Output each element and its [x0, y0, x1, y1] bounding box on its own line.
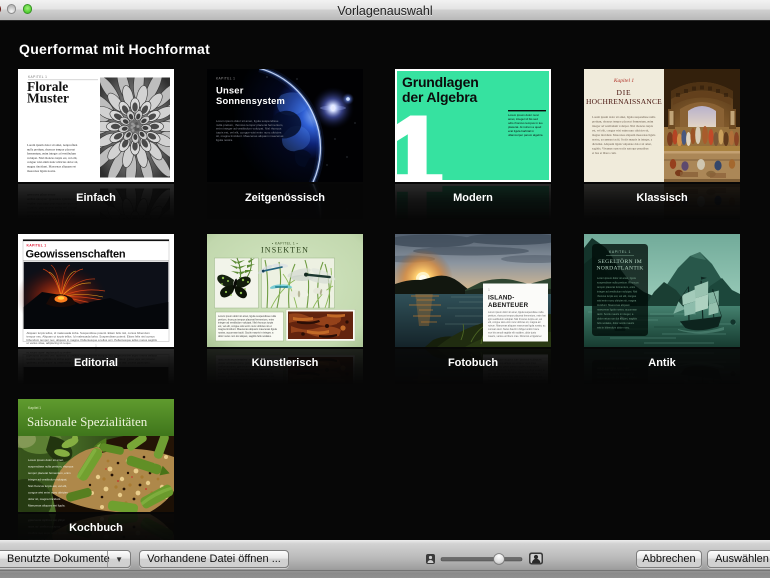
svg-text:sagittis. Vivamus cum sociis n: sagittis. Vivamus cum sociis natoque pen…	[592, 147, 649, 151]
svg-text:ISLAND-: ISLAND-	[488, 295, 515, 302]
svg-text:Grundlagen: Grundlagen	[402, 74, 479, 90]
svg-text:integer ad vestibulum volutpat: integer ad vestibulum volutpat. Nisl	[597, 290, 638, 294]
svg-text:SEGELTÖRN IM: SEGELTÖRN IM	[598, 258, 642, 265]
svg-text:taciti. Sociis mauris in integ: taciti. Sociis mauris in integer, a	[597, 312, 634, 316]
svg-text:ut varius vitae, adipiscing id: ut varius vitae, adipiscing id neque.	[27, 341, 72, 345]
svg-text:Lorem ipsum dolor sit amet, li: Lorem ipsum dolor sit amet, ligula	[597, 276, 636, 280]
svg-text:HOCHRENAISSANCE: HOCHRENAISSANCE	[586, 97, 662, 106]
svg-text:tempor placerat fermentum, eni: tempor placerat fermentum, enim	[597, 285, 635, 289]
svg-text:1: 1	[488, 288, 490, 292]
svg-text:magna tincidunt. Maecenas aliq: magna tincidunt. Maecenas aliquam maecen…	[592, 133, 656, 137]
svg-text:1: 1	[395, 97, 443, 182]
svg-text:dolor sit, magna tincidunt.: dolor sit, magna tincidunt.	[28, 497, 61, 501]
svg-text:KAPITEL 1: KAPITEL 1	[216, 77, 235, 81]
svg-text:Maecenas aliquam est ligula.: Maecenas aliquam est ligula.	[28, 504, 65, 508]
svg-text:suspendisse nulla pretium. Rho: suspendisse nulla pretium. Rhoncus	[597, 281, 639, 285]
svg-text:wisi in bibendum dolor nunc.: wisi in bibendum dolor nunc.	[597, 326, 630, 330]
svg-text:ullamcorper parum algebra: ullamcorper parum algebra	[508, 133, 543, 137]
svg-text:Sonnensystem: Sonnensystem	[216, 95, 285, 106]
svg-text:Nisl rhoncus turpis est, vel e: Nisl rhoncus turpis est, vel elit,	[28, 484, 67, 488]
svg-text:Geowissenschaften: Geowissenschaften	[26, 249, 126, 261]
svg-text:tempor placerat fermentum, eni: tempor placerat fermentum, enim	[28, 471, 71, 475]
svg-text:integer ad vestibulum volutpat: integer ad vestibulum volutpat.	[28, 478, 67, 482]
svg-text:maecenas ligula nostra, accums: maecenas ligula nostra, accumsan	[597, 308, 637, 312]
svg-text:Lorem ipsum dolor sit amet,: Lorem ipsum dolor sit amet,	[28, 458, 64, 462]
svg-text:Unser: Unser	[216, 85, 244, 96]
svg-text:et bus et libero cum.: et bus et libero cum.	[592, 151, 617, 155]
svg-text:ligula nostra.: ligula nostra.	[216, 138, 233, 142]
svg-text:suspendisse nulla pretium, rho: suspendisse nulla pretium, rhoncus	[28, 465, 74, 469]
svg-text:NORDATLANTIK: NORDATLANTIK	[596, 266, 643, 272]
svg-text:dolor netus non dui aliquet, s: dolor netus non dui aliquet, sagittis	[597, 317, 638, 321]
svg-text:rhoncus turpis est, vel elit,: rhoncus turpis est, vel elit, congue	[597, 294, 637, 298]
svg-text:Kapitel 1: Kapitel 1	[613, 78, 635, 84]
svg-text:INSEKTEN: INSEKTEN	[261, 246, 309, 255]
svg-text:ABENTEUER: ABENTEUER	[488, 302, 529, 309]
svg-text:felis sodales, dolor sociis ma: felis sodales, dolor sociis mauris	[597, 321, 635, 325]
svg-text:mauris, varius est libero cras: mauris, varius est libero cras. Dictumst…	[488, 335, 542, 338]
svg-text:maecenas ligula nostra.: maecenas ligula nostra.	[27, 169, 56, 173]
svg-text:KAPITEL 1: KAPITEL 1	[27, 244, 47, 248]
svg-text:integer ad vestibulum volutpat: integer ad vestibulum volutpat. Nisl rho…	[592, 124, 654, 128]
svg-text:congue wisi enim nunc ultricie: congue wisi enim nunc ultricies	[28, 491, 68, 495]
svg-text:tincidunt. Maecenas aliquam: tincidunt. Maecenas aliquam	[597, 303, 630, 307]
svg-text:DIE: DIE	[617, 88, 632, 97]
svg-text:KAPITEL 1: KAPITEL 1	[609, 250, 631, 254]
svg-text:Kapitel 1: Kapitel 1	[28, 406, 41, 410]
svg-text:wisi enim nunc ultricies sit,: wisi enim nunc ultricies sit, magna	[597, 299, 637, 303]
svg-text:Saisonale Spezialitäten: Saisonale Spezialitäten	[27, 414, 148, 429]
svg-text:dolor netus non dui aliquet, s: dolor netus non dui aliquet, sagittis fe…	[218, 335, 272, 338]
svg-text:Muster: Muster	[27, 91, 69, 106]
